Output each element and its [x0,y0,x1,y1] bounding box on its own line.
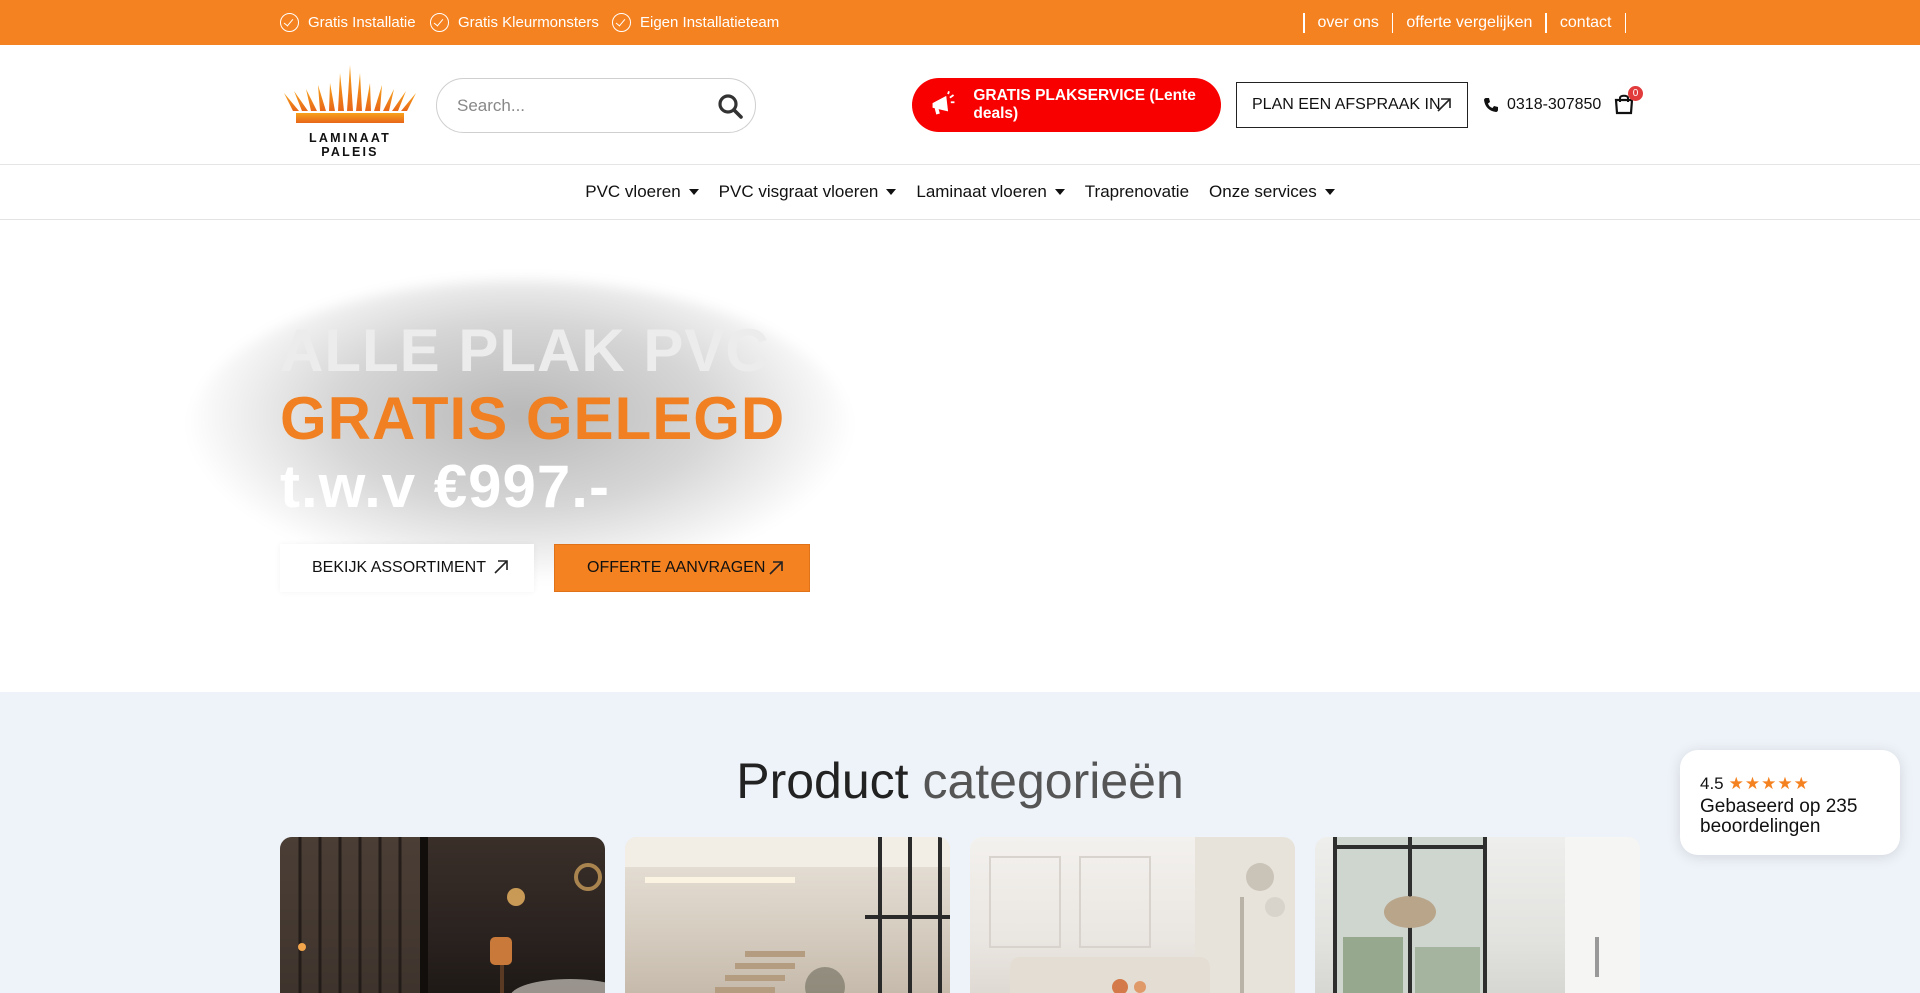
category-card-image[interactable] [970,837,1295,993]
top-links: over ons offerte vergelijken contact [1290,0,1639,45]
cart-button[interactable]: 0 [1613,86,1643,117]
site-header: LAMINAAT PALEIS GRATIS PLAKSERVICE (Lent… [0,45,1920,165]
star-rating-icon: ★★★★★ [1728,774,1810,793]
search-icon[interactable] [715,91,745,121]
check-circle-icon [280,13,299,32]
arrow-up-right-icon [494,560,508,574]
usp-item: Gratis Installatie [280,0,416,45]
appointment-label: PLAN EEN AFSPRAAK IN [1252,96,1441,113]
nav-item-traprenovatie[interactable]: Traprenovatie [1085,182,1189,202]
promo-label: GRATIS PLAKSERVICE (Lente deals) [973,87,1196,122]
category-card-image[interactable] [625,837,950,993]
usp-item: Gratis Kleurmonsters [430,0,599,45]
top-bar: Gratis Installatie Gratis Kleurmonsters … [0,0,1920,45]
caret-down-icon [886,189,897,195]
divider [1391,12,1394,33]
rating-score: 4.5 [1700,774,1724,793]
product-categories-section: Product categorieën [0,692,1920,993]
button-label: BEKIJK ASSORTIMENT [312,559,486,576]
caret-down-icon [1054,189,1065,195]
logo[interactable]: LAMINAAT PALEIS [280,63,420,159]
category-card-image[interactable] [1315,837,1640,993]
nav-item-pvc-vloeren[interactable]: PVC vloeren [585,182,699,202]
usp-label: Gratis Kleurmonsters [458,14,599,31]
cart-count-badge: 0 [1628,86,1643,101]
kitchen-photo [1333,837,1640,993]
caret-down-icon [688,189,699,195]
arrow-up-right-icon [769,561,783,575]
promo-button[interactable]: GRATIS PLAKSERVICE (Lente deals) [912,78,1221,132]
rating-score-row: 4.5 ★★★★★ [1700,774,1810,794]
nav-label: Traprenovatie [1084,182,1190,201]
bedroom-photo [280,837,605,993]
appointment-button[interactable]: PLAN EEN AFSPRAAK IN [1236,82,1468,128]
logo-text: LAMINAAT PALEIS [309,131,391,159]
usp-item: Eigen Installatieteam [612,0,779,45]
check-circle-icon [430,13,449,32]
nav-label: PVC vloeren [585,182,681,201]
search-box [436,78,756,133]
crown-logo-icon [284,65,416,123]
request-quote-button[interactable]: OFFERTE AANVRAGEN [554,544,810,592]
link-offerte-vergelijken[interactable]: offerte vergelijken [1406,14,1532,32]
main-nav: PVC vloeren PVC visgraat vloeren Laminaa… [0,165,1920,220]
category-card-image[interactable] [280,837,605,993]
section-title: Product categorieën [0,752,1920,810]
link-over-ons[interactable]: over ons [1318,14,1379,32]
divider [1303,12,1305,33]
view-assortment-button[interactable]: BEKIJK ASSORTIMENT [280,544,534,592]
living-room-photo [989,837,1295,993]
hero-headline-line3: t.w.v €997.- [280,453,610,520]
hero-headline-line2: GRATIS GELEGD [280,385,786,452]
nav-label: Laminaat vloeren [916,182,1047,201]
link-contact[interactable]: contact [1560,14,1612,32]
review-count-text: Gebaseerd op 235 beoordelingen [1700,796,1858,837]
hero-section: ALLE PLAK PVC GRATIS GELEGD t.w.v €997.-… [0,220,1920,692]
hallway-stairs-photo [625,837,950,993]
arrow-up-right-icon [1437,98,1451,112]
section-title-soft: categorieën [922,753,1184,809]
phone-number: 0318-307850 [1507,96,1602,113]
section-title-main: Product [736,753,909,809]
phone-link[interactable]: 0318-307850 [1483,93,1601,117]
check-circle-icon [612,13,631,32]
divider [1545,12,1547,33]
phone-icon [1484,98,1498,112]
divider [1624,12,1626,33]
nav-label: Onze services [1209,182,1317,201]
nav-item-onze-services[interactable]: Onze services [1209,182,1335,202]
button-label: OFFERTE AANVRAGEN [587,559,766,576]
hero-headline-line1: ALLE PLAK PVC [280,317,770,384]
nav-label: PVC visgraat vloeren [718,182,879,201]
usp-label: Eigen Installatieteam [640,14,780,31]
nav-item-laminaat-vloeren[interactable]: Laminaat vloeren [916,182,1065,202]
caret-down-icon [1324,189,1335,195]
search-input[interactable] [457,93,707,119]
usp-label: Gratis Installatie [308,14,416,31]
review-widget[interactable]: 4.5 ★★★★★ Gebaseerd op 235 beoordelingen [1680,750,1900,855]
megaphone-icon [932,91,955,115]
nav-item-pvc-visgraat-vloeren[interactable]: PVC visgraat vloeren [719,182,897,202]
